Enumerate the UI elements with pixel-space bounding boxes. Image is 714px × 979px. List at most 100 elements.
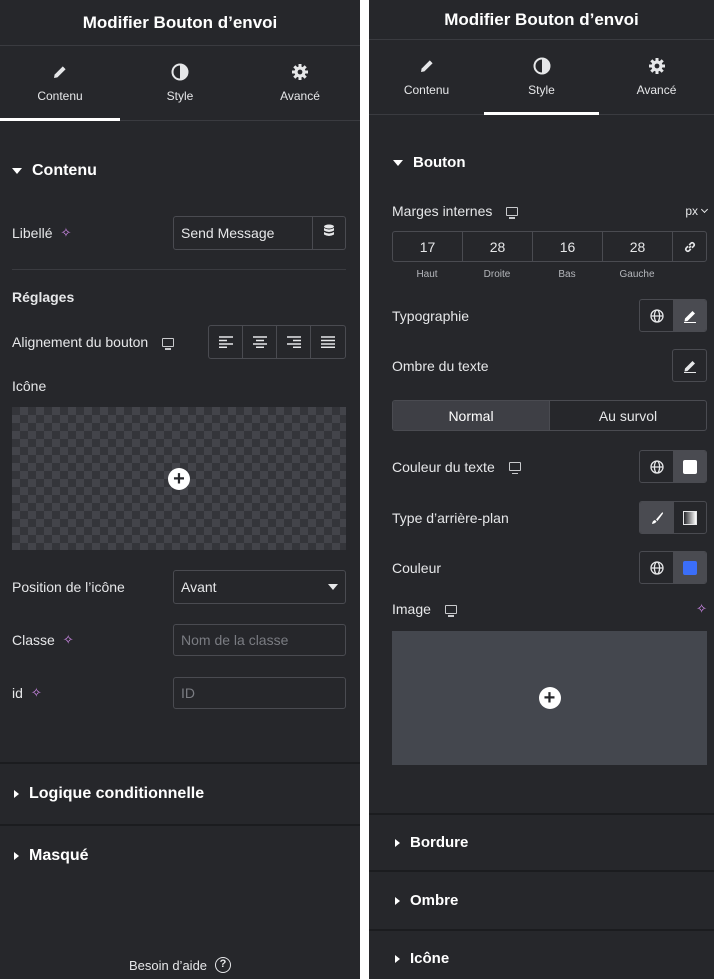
color-label: Couleur bbox=[392, 559, 442, 576]
libelle-input[interactable]: Send Message bbox=[173, 216, 313, 250]
bg-classic-button[interactable] bbox=[640, 502, 673, 533]
padding-left-input[interactable]: 28 bbox=[603, 232, 673, 261]
divider bbox=[12, 269, 346, 270]
color-swatch bbox=[683, 459, 697, 474]
typography-row: Typographie bbox=[392, 299, 707, 332]
gear-icon bbox=[291, 63, 309, 81]
section-bouton-toggle[interactable]: Bouton bbox=[393, 154, 465, 171]
section-ombre-toggle[interactable]: Ombre bbox=[395, 892, 458, 909]
color-swatch bbox=[683, 560, 697, 575]
ai-sparkle-icon[interactable]: ✧ bbox=[31, 685, 42, 701]
libelle-text: Libellé bbox=[12, 225, 53, 241]
tab-normal[interactable]: Normal bbox=[393, 401, 549, 430]
edit-typography-button[interactable] bbox=[673, 300, 706, 331]
tab-style[interactable]: Style bbox=[120, 46, 240, 120]
icon-picker-area[interactable]: + bbox=[12, 407, 346, 550]
dynamic-tags-button[interactable] bbox=[313, 216, 346, 250]
align-right-button[interactable] bbox=[277, 326, 311, 358]
gradient-icon bbox=[683, 510, 697, 525]
image-picker-area[interactable]: + bbox=[392, 631, 707, 765]
plus-circle-icon: + bbox=[168, 467, 190, 490]
globe-icon bbox=[649, 459, 664, 474]
global-color-button[interactable] bbox=[640, 552, 673, 583]
tab-avance[interactable]: Avancé bbox=[599, 40, 714, 114]
tab-hover[interactable]: Au survol bbox=[549, 401, 706, 430]
gear-icon bbox=[648, 57, 666, 75]
divider bbox=[0, 824, 360, 826]
ai-sparkle-icon[interactable]: ✧ bbox=[63, 632, 74, 648]
text-color-controls bbox=[639, 450, 707, 483]
tab-label: Contenu bbox=[403, 83, 450, 97]
icon-position-value: Avant bbox=[181, 579, 217, 595]
section-masque-toggle[interactable]: Masqué bbox=[14, 847, 89, 865]
section-contenu-toggle[interactable]: Contenu bbox=[12, 162, 97, 180]
bg-gradient-button[interactable] bbox=[673, 502, 706, 533]
align-center-button[interactable] bbox=[243, 326, 277, 358]
align-justify-button[interactable] bbox=[311, 326, 345, 358]
tab-label: Style bbox=[166, 89, 194, 103]
padding-right-input[interactable]: 28 bbox=[463, 232, 533, 261]
section-icone-toggle[interactable]: Icône bbox=[395, 950, 449, 967]
icon-position-select[interactable]: Avant bbox=[173, 570, 346, 604]
caret-down-icon bbox=[12, 168, 22, 174]
pencil-icon bbox=[683, 360, 696, 373]
monitor-icon[interactable] bbox=[508, 462, 521, 474]
icon-position-row: Position de l’icône Avant bbox=[12, 570, 346, 604]
id-row: id ✧ ID bbox=[12, 677, 346, 709]
link-values-button[interactable] bbox=[673, 232, 706, 261]
id-input[interactable]: ID bbox=[173, 677, 346, 709]
bg-type-row: Type d’arrière-plan bbox=[392, 501, 707, 534]
help-link[interactable]: Besoin d’aide ? bbox=[0, 957, 360, 973]
alignment-text: Alignement du bouton bbox=[12, 334, 149, 350]
reglages-label: Réglages bbox=[12, 289, 75, 305]
bg-type-controls bbox=[639, 501, 707, 534]
padding-text: Marges internes bbox=[392, 203, 493, 219]
section-bordure-toggle[interactable]: Bordure bbox=[395, 834, 468, 851]
padding-inputs: 17 28 16 28 bbox=[392, 231, 707, 262]
caret-right-icon bbox=[395, 896, 400, 905]
tab-contenu[interactable]: Contenu bbox=[369, 40, 484, 114]
global-typography-button[interactable] bbox=[640, 300, 673, 331]
panel-header: Modifier Bouton d’envoi bbox=[0, 0, 360, 46]
tab-avance[interactable]: Avancé bbox=[240, 46, 360, 120]
ai-sparkle-icon[interactable]: ✧ bbox=[60, 225, 71, 241]
edit-text-shadow-button[interactable] bbox=[673, 350, 706, 381]
unit-select[interactable]: px bbox=[685, 204, 709, 218]
reglages-heading: Réglages bbox=[12, 289, 346, 305]
align-left-button[interactable] bbox=[209, 326, 243, 358]
color-controls bbox=[639, 551, 707, 584]
padding-top-input[interactable]: 17 bbox=[393, 232, 463, 261]
padding-bottom-label: Bas bbox=[558, 269, 576, 280]
padding-bottom-input[interactable]: 16 bbox=[533, 232, 603, 261]
caret-right-icon bbox=[14, 790, 19, 798]
libelle-label: Libellé ✧ bbox=[12, 225, 71, 241]
panel-tabs: Contenu Style Avancé bbox=[0, 46, 360, 121]
pencil-icon bbox=[684, 310, 696, 323]
icone-label: Icône bbox=[12, 378, 47, 394]
button-color-swatch-button[interactable] bbox=[673, 552, 706, 583]
section-logic-toggle[interactable]: Logique conditionnelle bbox=[14, 785, 204, 803]
text-color-label: Couleur du texte bbox=[392, 459, 521, 475]
alignment-row: Alignement du bouton bbox=[12, 325, 346, 359]
monitor-icon[interactable] bbox=[506, 206, 519, 219]
state-toggle: Normal Au survol bbox=[392, 400, 707, 431]
tab-style[interactable]: Style bbox=[484, 40, 599, 115]
pencil-icon bbox=[51, 63, 69, 81]
color-row: Couleur bbox=[392, 551, 707, 584]
monitor-icon[interactable] bbox=[162, 337, 175, 350]
ai-sparkle-icon[interactable]: ✧ bbox=[696, 601, 707, 617]
padding-top-label: Haut bbox=[416, 269, 438, 280]
global-color-button[interactable] bbox=[640, 451, 673, 482]
text-color-swatch-button[interactable] bbox=[673, 451, 706, 482]
monitor-icon[interactable] bbox=[444, 604, 457, 617]
icon-position-label: Position de l’icône bbox=[12, 579, 125, 595]
classe-input[interactable]: Nom de la classe bbox=[173, 624, 346, 656]
panel-header: Modifier Bouton d’envoi bbox=[369, 0, 714, 40]
text-color-text: Couleur du texte bbox=[392, 458, 495, 475]
chevron-down-icon bbox=[700, 205, 709, 214]
section-title: Logique conditionnelle bbox=[29, 785, 205, 802]
padding-label: Marges internes bbox=[392, 203, 519, 219]
libelle-field: Send Message bbox=[173, 216, 346, 250]
tab-contenu[interactable]: Contenu bbox=[0, 46, 120, 121]
libelle-row: Libellé ✧ Send Message bbox=[12, 216, 346, 250]
